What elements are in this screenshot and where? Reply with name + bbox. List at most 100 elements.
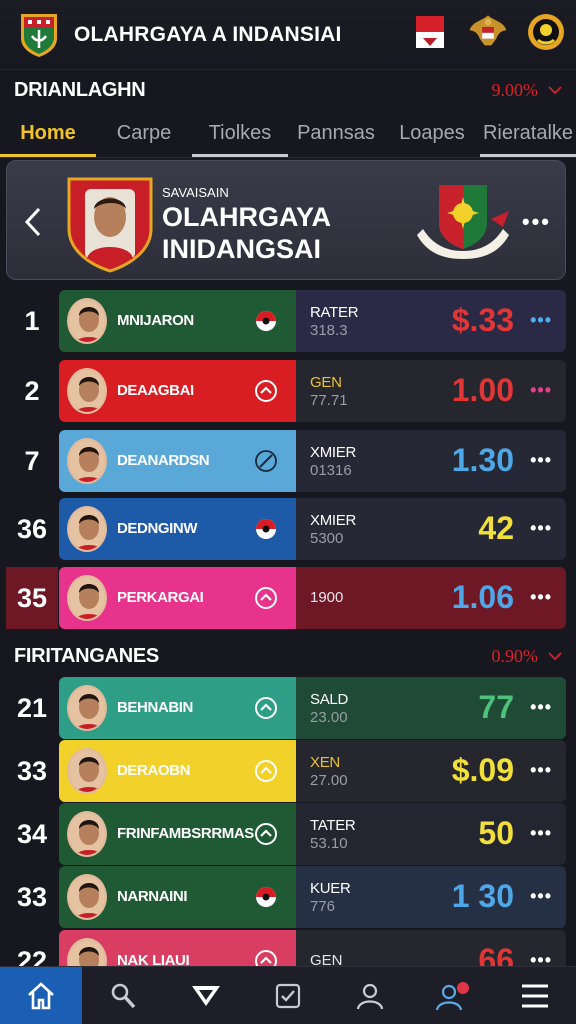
tab-tiolkes[interactable]: Tiolkes [192, 110, 288, 157]
section-header-2[interactable]: FIRITANGANES 0.90% [0, 636, 576, 676]
stat-subvalue: 53.10 [310, 835, 348, 852]
tab-loapes[interactable]: Loapes [384, 110, 480, 157]
more-options-icon[interactable]: ••• [530, 310, 552, 331]
up-arrow-icon [255, 823, 277, 845]
player-name: NARNAINI [117, 888, 188, 905]
stat-panel: XMIER 5300 42 ••• [296, 498, 566, 560]
up-arrow-icon [255, 587, 277, 609]
back-arrow-icon[interactable] [21, 205, 45, 239]
stat-label: XMIER [310, 444, 357, 461]
stat-subvalue: 776 [310, 898, 336, 915]
more-options-icon[interactable]: ••• [522, 209, 551, 235]
rank-number: 35 [6, 567, 58, 629]
table-row[interactable]: 34 FRINFAMBSRRMAS TATER 53.10 50 ••• [6, 803, 566, 865]
nav-home[interactable] [0, 967, 83, 1024]
hero-title-line1: OLAHRGAYA [162, 202, 332, 232]
compass-icon [255, 450, 277, 472]
indonesia-flag-icon[interactable] [410, 8, 450, 56]
player-card[interactable]: DEAAGBAI [59, 360, 296, 422]
nav-search[interactable] [82, 967, 164, 1024]
avatar [67, 685, 107, 731]
stat-panel: RATER 318.3 $.33 ••• [296, 290, 566, 352]
chevron-down-icon[interactable] [548, 649, 562, 663]
rank-number: 33 [6, 866, 58, 928]
section-title: DRIANLAGHN [14, 78, 146, 101]
tab-home[interactable]: Home [0, 110, 96, 157]
stat-subvalue: 318.3 [310, 322, 348, 339]
up-arrow-icon [255, 697, 277, 719]
search-icon [112, 983, 136, 1008]
player-card[interactable]: DEDNGINW [59, 498, 296, 560]
app-logo-icon [21, 13, 57, 57]
player-card[interactable]: PERKARGAI [59, 567, 296, 629]
chevron-down-icon[interactable] [548, 83, 562, 97]
table-row[interactable]: 33 NARNAINI KUER 776 1 30 ••• [6, 866, 566, 928]
team-badge-icon [255, 518, 277, 540]
player-card[interactable]: DEANARDSN [59, 430, 296, 492]
rank-number: 21 [6, 677, 58, 739]
stat-value: 1.30 [451, 442, 514, 478]
stats-icon [191, 985, 220, 1006]
federation-emblem-icon [417, 185, 509, 259]
player-crest-icon [67, 177, 153, 273]
player-card[interactable]: MNIJARON [59, 290, 296, 352]
rank-number: 36 [6, 498, 58, 560]
table-row[interactable]: 1 MNIJARON RATER 318.3 $.33 ••• [6, 290, 566, 352]
table-row[interactable]: 21 BEHNABIN SALD 23.00 77 ••• [6, 677, 566, 739]
player-card[interactable]: NARNAINI [59, 866, 296, 928]
player-name: DEDNGINW [117, 520, 198, 537]
more-options-icon[interactable]: ••• [530, 518, 552, 539]
more-options-icon[interactable]: ••• [530, 380, 552, 401]
hero-card: SAVAISAIN OLAHRGAYA INIDANGSAI ••• [6, 160, 566, 280]
stat-label: XEN [310, 754, 340, 771]
nav-check[interactable] [247, 967, 329, 1024]
table-row[interactable]: 35 PERKARGAI 1900 1.06 ••• [6, 567, 566, 629]
stat-panel: XEN 27.00 $.09 ••• [296, 740, 566, 802]
rank-number: 1 [6, 290, 58, 352]
more-options-icon[interactable]: ••• [530, 886, 552, 907]
garuda-emblem-icon[interactable] [468, 8, 508, 56]
stat-panel: TATER 53.10 50 ••• [296, 803, 566, 865]
player-card[interactable]: FRINFAMBSRRMAS [59, 803, 296, 865]
player-name: DERAOBN [117, 762, 191, 779]
more-options-icon[interactable]: ••• [530, 697, 552, 718]
more-options-icon[interactable]: ••• [530, 587, 552, 608]
more-options-icon[interactable]: ••• [530, 760, 552, 781]
stat-value: 1.06 [451, 579, 514, 615]
player-card[interactable]: DERAOBN [59, 740, 296, 802]
hero-title-line2: INIDANGSAI [162, 234, 322, 264]
avatar [67, 874, 107, 920]
more-options-icon[interactable]: ••• [530, 450, 552, 471]
nav-profile[interactable] [329, 967, 411, 1024]
section-header-1[interactable]: DRIANLAGHN 9.00% [0, 70, 576, 110]
nav-users[interactable] [411, 967, 493, 1024]
rank-number: 33 [6, 740, 58, 802]
tab-pannsas[interactable]: Pannsas [288, 110, 384, 157]
club-badge-icon[interactable] [526, 8, 566, 56]
up-arrow-icon [255, 380, 277, 402]
tab-carpe[interactable]: Carpe [96, 110, 192, 157]
stat-panel: KUER 776 1 30 ••• [296, 866, 566, 928]
nav-stats[interactable] [165, 967, 247, 1024]
rank-number: 34 [6, 803, 58, 865]
section-percentage: 9.00% [492, 80, 563, 101]
tab-rieratalke[interactable]: Rieratalke [480, 110, 576, 157]
hero-subtitle: SAVAISAIN [162, 185, 229, 200]
table-row[interactable]: 36 DEDNGINW XMIER 5300 42 ••• [6, 498, 566, 560]
table-row[interactable]: 7 DEANARDSN XMIER 01316 1.30 ••• [6, 430, 566, 492]
table-row[interactable]: 33 DERAOBN XEN 27.00 $.09 ••• [6, 740, 566, 802]
player-name: DEANARDSN [117, 452, 210, 469]
stat-panel: GEN 77.71 1.00 ••• [296, 360, 566, 422]
stat-label: TATER [310, 817, 356, 834]
more-options-icon[interactable]: ••• [530, 823, 552, 844]
stat-subvalue: 01316 [310, 462, 352, 479]
team-badge-icon [255, 310, 277, 332]
users-icon [435, 981, 469, 1010]
table-row[interactable]: 2 DEAAGBAI GEN 77.71 1.00 ••• [6, 360, 566, 422]
stat-label: XMIER [310, 512, 357, 529]
player-card[interactable]: BEHNABIN [59, 677, 296, 739]
tab-bar: Home Carpe Tiolkes Pannsas Loapes Rierat… [0, 110, 576, 158]
stat-value: 1.00 [451, 372, 514, 408]
stat-panel: XMIER 01316 1.30 ••• [296, 430, 566, 492]
nav-menu[interactable] [494, 967, 576, 1024]
